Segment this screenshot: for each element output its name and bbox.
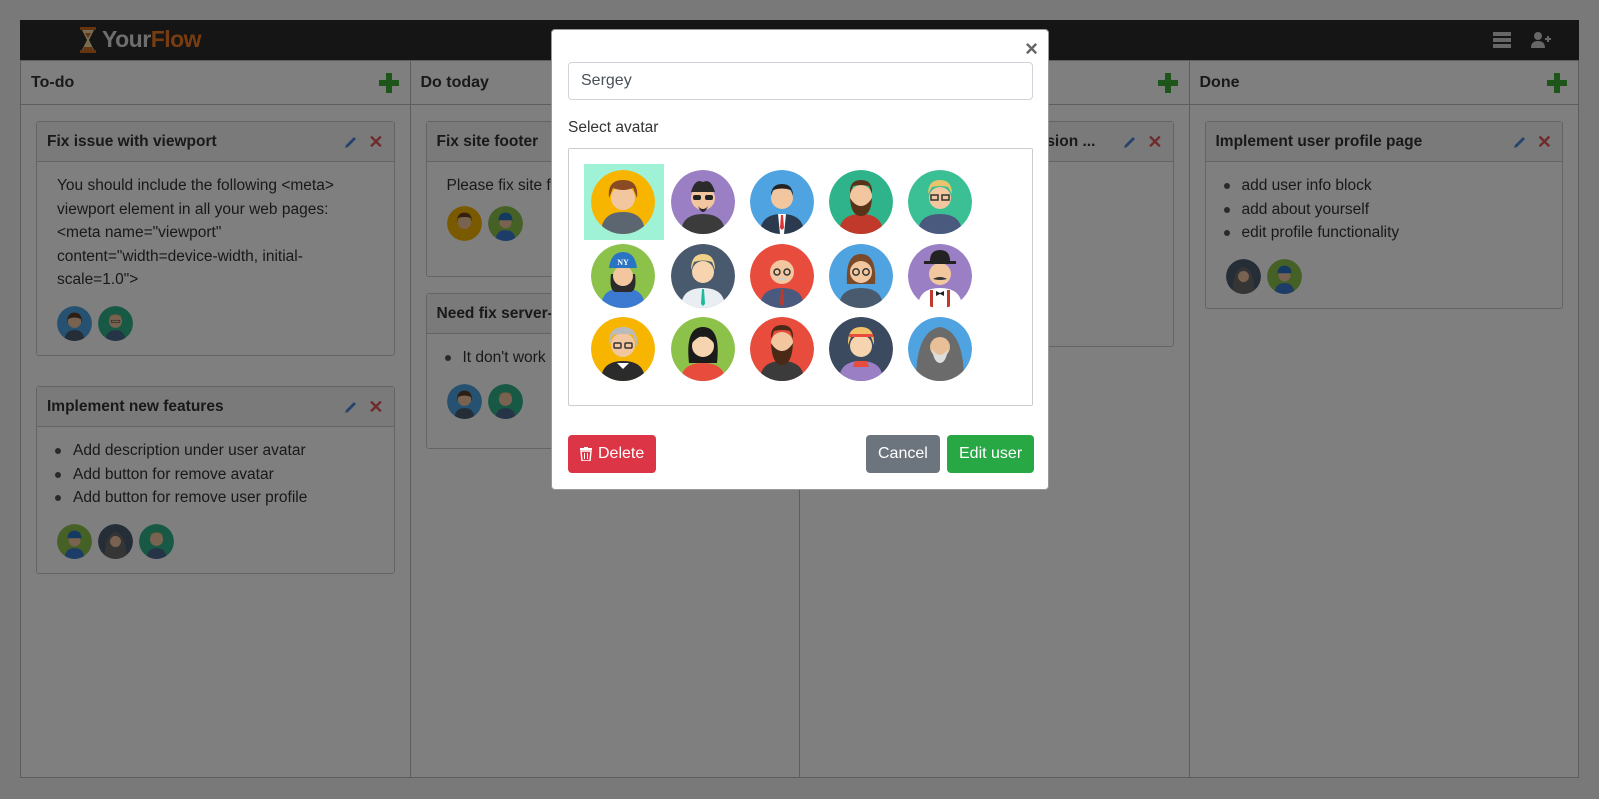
delete-button-label: Delete bbox=[598, 445, 645, 462]
avatar-option-sunglasses-guy-icon[interactable] bbox=[671, 170, 735, 234]
avatar-option-hoodie-guy-icon[interactable] bbox=[591, 170, 655, 234]
avatar-option-grandma-icon[interactable] bbox=[591, 317, 655, 381]
close-icon[interactable]: × bbox=[1025, 36, 1038, 62]
avatar-option-dark-hair-woman-icon[interactable] bbox=[671, 317, 735, 381]
avatar-option-hooded-elder-icon[interactable] bbox=[908, 317, 972, 381]
edit-user-button-label: Edit user bbox=[959, 445, 1023, 462]
avatar-option-ny-cap-girl-icon[interactable]: NY bbox=[591, 244, 655, 308]
edit-user-modal: × Select avatar bbox=[551, 29, 1049, 490]
cancel-button[interactable]: Cancel bbox=[866, 435, 940, 473]
edit-user-button[interactable]: Edit user bbox=[947, 435, 1035, 473]
svg-text:NY: NY bbox=[617, 258, 629, 267]
delete-button[interactable]: Delete bbox=[568, 435, 657, 473]
avatar-option-hat-mustache-man-icon[interactable] bbox=[908, 244, 972, 308]
avatar-picker: NY bbox=[568, 148, 1033, 406]
avatar-option-businessman-icon[interactable] bbox=[750, 170, 814, 234]
avatar-option-glasses-blonde-guy-icon[interactable] bbox=[908, 170, 972, 234]
cancel-button-label: Cancel bbox=[878, 445, 928, 462]
user-name-input[interactable] bbox=[568, 62, 1033, 100]
avatar-option-full-beard-man-icon[interactable] bbox=[750, 317, 814, 381]
avatar-option-blonde-man-tie-icon[interactable] bbox=[671, 244, 735, 308]
trash-icon bbox=[580, 447, 592, 461]
select-avatar-label: Select avatar bbox=[568, 119, 659, 136]
avatar-option-bearded-man-icon[interactable] bbox=[829, 170, 893, 234]
avatar-option-glasses-woman-icon[interactable] bbox=[829, 244, 893, 308]
avatar-option-headband-woman-icon[interactable] bbox=[829, 317, 893, 381]
avatar-option-bald-glasses-man-icon[interactable] bbox=[750, 244, 814, 308]
